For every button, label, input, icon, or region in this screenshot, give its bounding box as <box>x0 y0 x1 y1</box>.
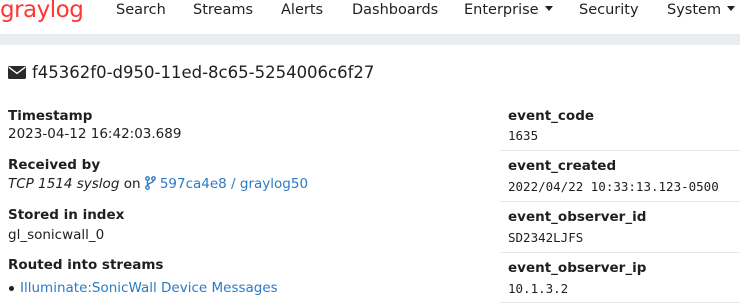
field-value: 1635 <box>508 128 539 143</box>
code-branch-icon <box>144 176 156 190</box>
caret-down-icon <box>544 6 553 11</box>
field-name: event_observer_ip <box>508 260 647 276</box>
field-divider <box>500 150 740 151</box>
field-value: SD2342LJFS <box>508 230 584 245</box>
received-by-label: Received by <box>8 157 101 173</box>
stored-in-index-value: gl_sonicwall_0 <box>8 227 105 243</box>
field-divider <box>500 252 740 253</box>
top-navbar: graylog Search Streams Alerts Dashboards… <box>0 0 740 34</box>
page-band <box>0 34 740 45</box>
nav-enterprise-dropdown[interactable]: Enterprise <box>464 0 553 20</box>
message-id: f45362f0-d950-11ed-8c65-5254006c6f27 <box>32 62 375 82</box>
routed-streams-label: Routed into streams <box>8 257 164 273</box>
received-node-link[interactable]: 597ca4e8 / graylog50 <box>160 176 308 192</box>
field-divider <box>500 302 740 303</box>
nav-system-dropdown[interactable]: System <box>667 0 736 20</box>
field-name: event_code <box>508 108 595 124</box>
stream-list-item: Illuminate:SonicWall Device Messages <box>9 280 278 296</box>
field-value: 10.1.3.2 <box>508 281 569 296</box>
field-name: event_observer_id <box>508 209 647 225</box>
nav-enterprise-label: Enterprise <box>464 2 539 18</box>
field-name: event_created <box>508 158 617 174</box>
nav-streams[interactable]: Streams <box>193 0 253 20</box>
field-divider <box>500 201 740 202</box>
message-header: f45362f0-d950-11ed-8c65-5254006c6f27 <box>8 61 374 83</box>
nav-alerts[interactable]: Alerts <box>281 0 323 20</box>
nav-dashboards[interactable]: Dashboards <box>352 0 438 20</box>
stream-link[interactable]: Illuminate:SonicWall Device Messages <box>20 280 278 296</box>
graylog-logo[interactable]: graylog <box>0 0 84 25</box>
nav-system-label: System <box>667 2 722 18</box>
field-value: 2022/04/22 10:33:13.123-0500 <box>508 179 719 194</box>
received-by-value: TCP 1514 syslog on 597ca4e8 / graylog50 <box>8 176 308 192</box>
caret-down-icon <box>727 6 736 11</box>
envelope-icon <box>8 65 26 79</box>
received-on-text: on <box>123 176 141 192</box>
nav-search[interactable]: Search <box>116 0 166 20</box>
received-input: TCP 1514 syslog <box>8 176 120 192</box>
timestamp-value: 2023-04-12 16:42:03.689 <box>8 126 182 142</box>
timestamp-label: Timestamp <box>8 108 93 124</box>
nav-security[interactable]: Security <box>579 0 639 20</box>
stored-in-index-label: Stored in index <box>8 207 125 223</box>
